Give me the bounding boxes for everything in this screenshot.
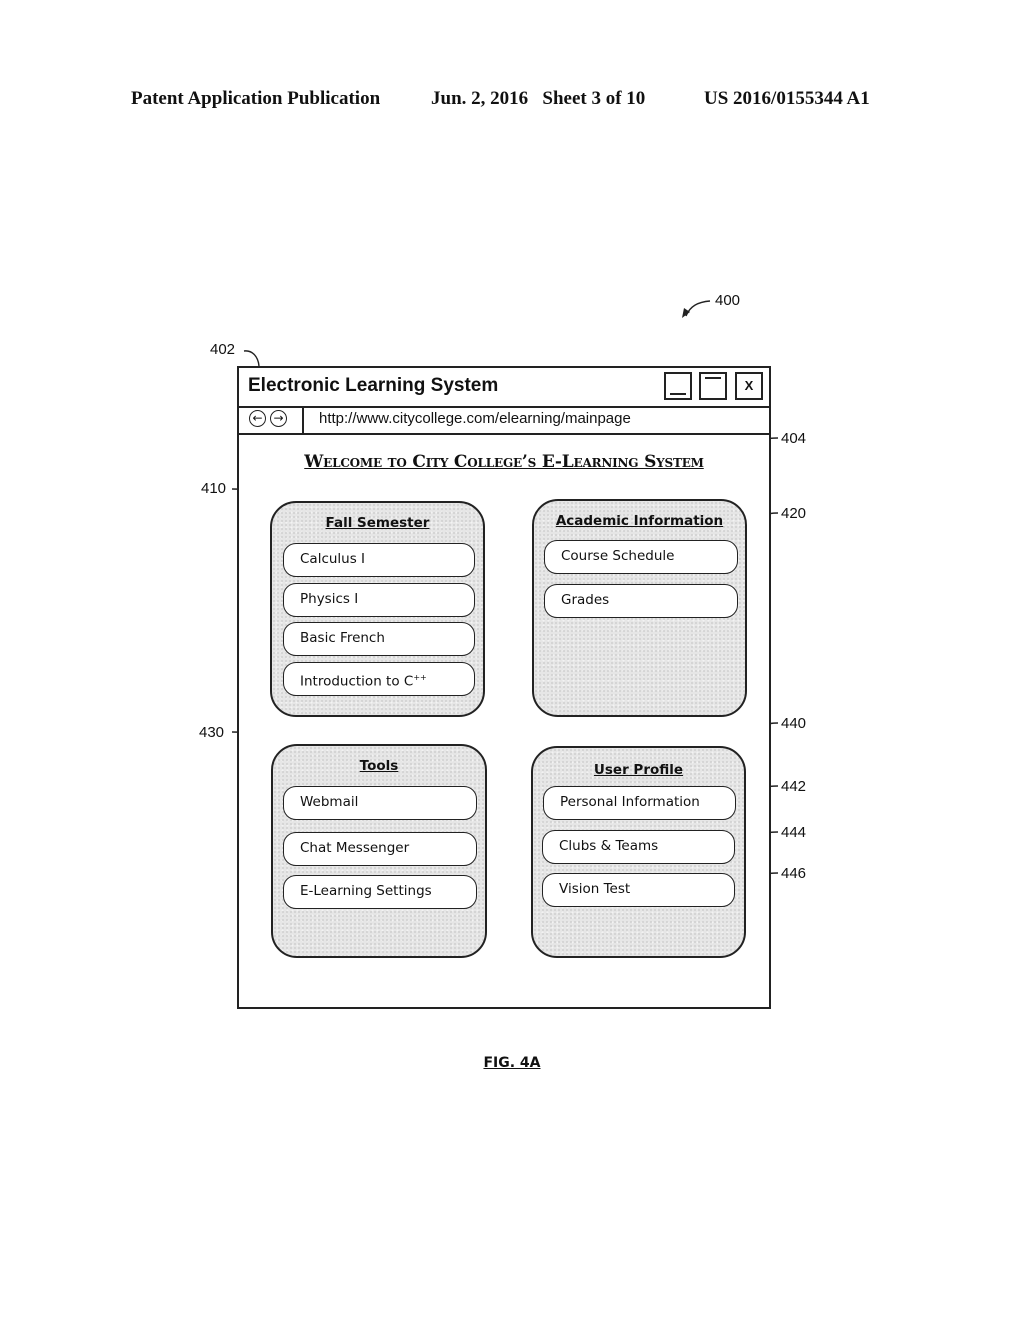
course-intro-to-cpp[interactable]: Introduction to C++ [283,662,475,696]
course-intro-to-cpp-label: Introduction to C [300,673,414,690]
grades-button[interactable]: Grades [544,584,738,618]
figure-label: FIG. 4A [483,1055,541,1071]
nav-buttons: ← → [239,406,304,433]
forward-arrow-icon[interactable]: → [270,410,287,427]
ref-444: 444 [781,824,807,841]
publication-type: Patent Application Publication [131,88,381,109]
webmail-button[interactable]: Webmail [283,786,477,820]
leader-402 [243,350,260,367]
course-calculus-i[interactable]: Calculus I [283,543,475,577]
user-profile-panel: User Profile Personal Information Clubs … [531,746,746,958]
ref-410: 410 [201,480,227,497]
ref-430: 430 [199,724,225,741]
course-physics-i[interactable]: Physics I [283,583,475,617]
clubs-teams-button[interactable]: Clubs & Teams [542,830,735,864]
personal-information-button[interactable]: Personal Information [543,786,736,820]
close-button[interactable]: X [735,372,763,400]
user-profile-title: User Profile [593,762,684,778]
close-icon: X [744,378,754,393]
welcome-heading: Welcome to City College’s E-Learning Sys… [304,452,704,472]
arrowhead-400 [682,308,690,318]
leader-400 [685,300,711,317]
address-bar: ← → http://www.citycollege.com/elearning… [239,406,769,435]
course-intro-to-cpp-superscript: ++ [413,673,427,682]
ref-446: 446 [781,865,807,882]
academic-information-panel: Academic Information Course Schedule Gra… [532,499,747,717]
minimize-button[interactable] [664,372,692,400]
fall-semester-panel: Fall Semester Calculus I Physics I Basic… [270,501,485,717]
course-basic-french[interactable]: Basic French [283,622,475,656]
academic-information-title: Academic Information [555,513,724,529]
ref-440: 440 [781,715,807,732]
publication-number: US 2016/0155344 A1 [704,88,870,109]
maximize-button[interactable] [699,372,727,400]
fall-semester-title: Fall Semester [325,515,430,531]
elearning-settings-button[interactable]: E-Learning Settings [283,875,477,909]
vision-test-button[interactable]: Vision Test [542,873,735,907]
browser-window: Electronic Learning System X ← → http://… [237,366,771,1009]
publication-date-sheet: Jun. 2, 2016 Sheet 3 of 10 [431,88,646,109]
ref-404: 404 [781,430,807,447]
tools-panel: Tools Webmail Chat Messenger E-Learning … [271,744,487,958]
course-schedule-button[interactable]: Course Schedule [544,540,738,574]
url-field[interactable]: http://www.citycollege.com/elearning/mai… [319,410,631,427]
chat-messenger-button[interactable]: Chat Messenger [283,832,477,866]
tools-title: Tools [359,758,399,774]
window-title: Electronic Learning System [248,375,499,396]
back-arrow-icon[interactable]: ← [249,410,266,427]
ref-402: 402 [210,341,236,358]
ref-420: 420 [781,505,807,522]
title-bar: Electronic Learning System X [239,368,769,408]
ref-400: 400 [715,292,741,309]
ref-442: 442 [781,778,807,795]
